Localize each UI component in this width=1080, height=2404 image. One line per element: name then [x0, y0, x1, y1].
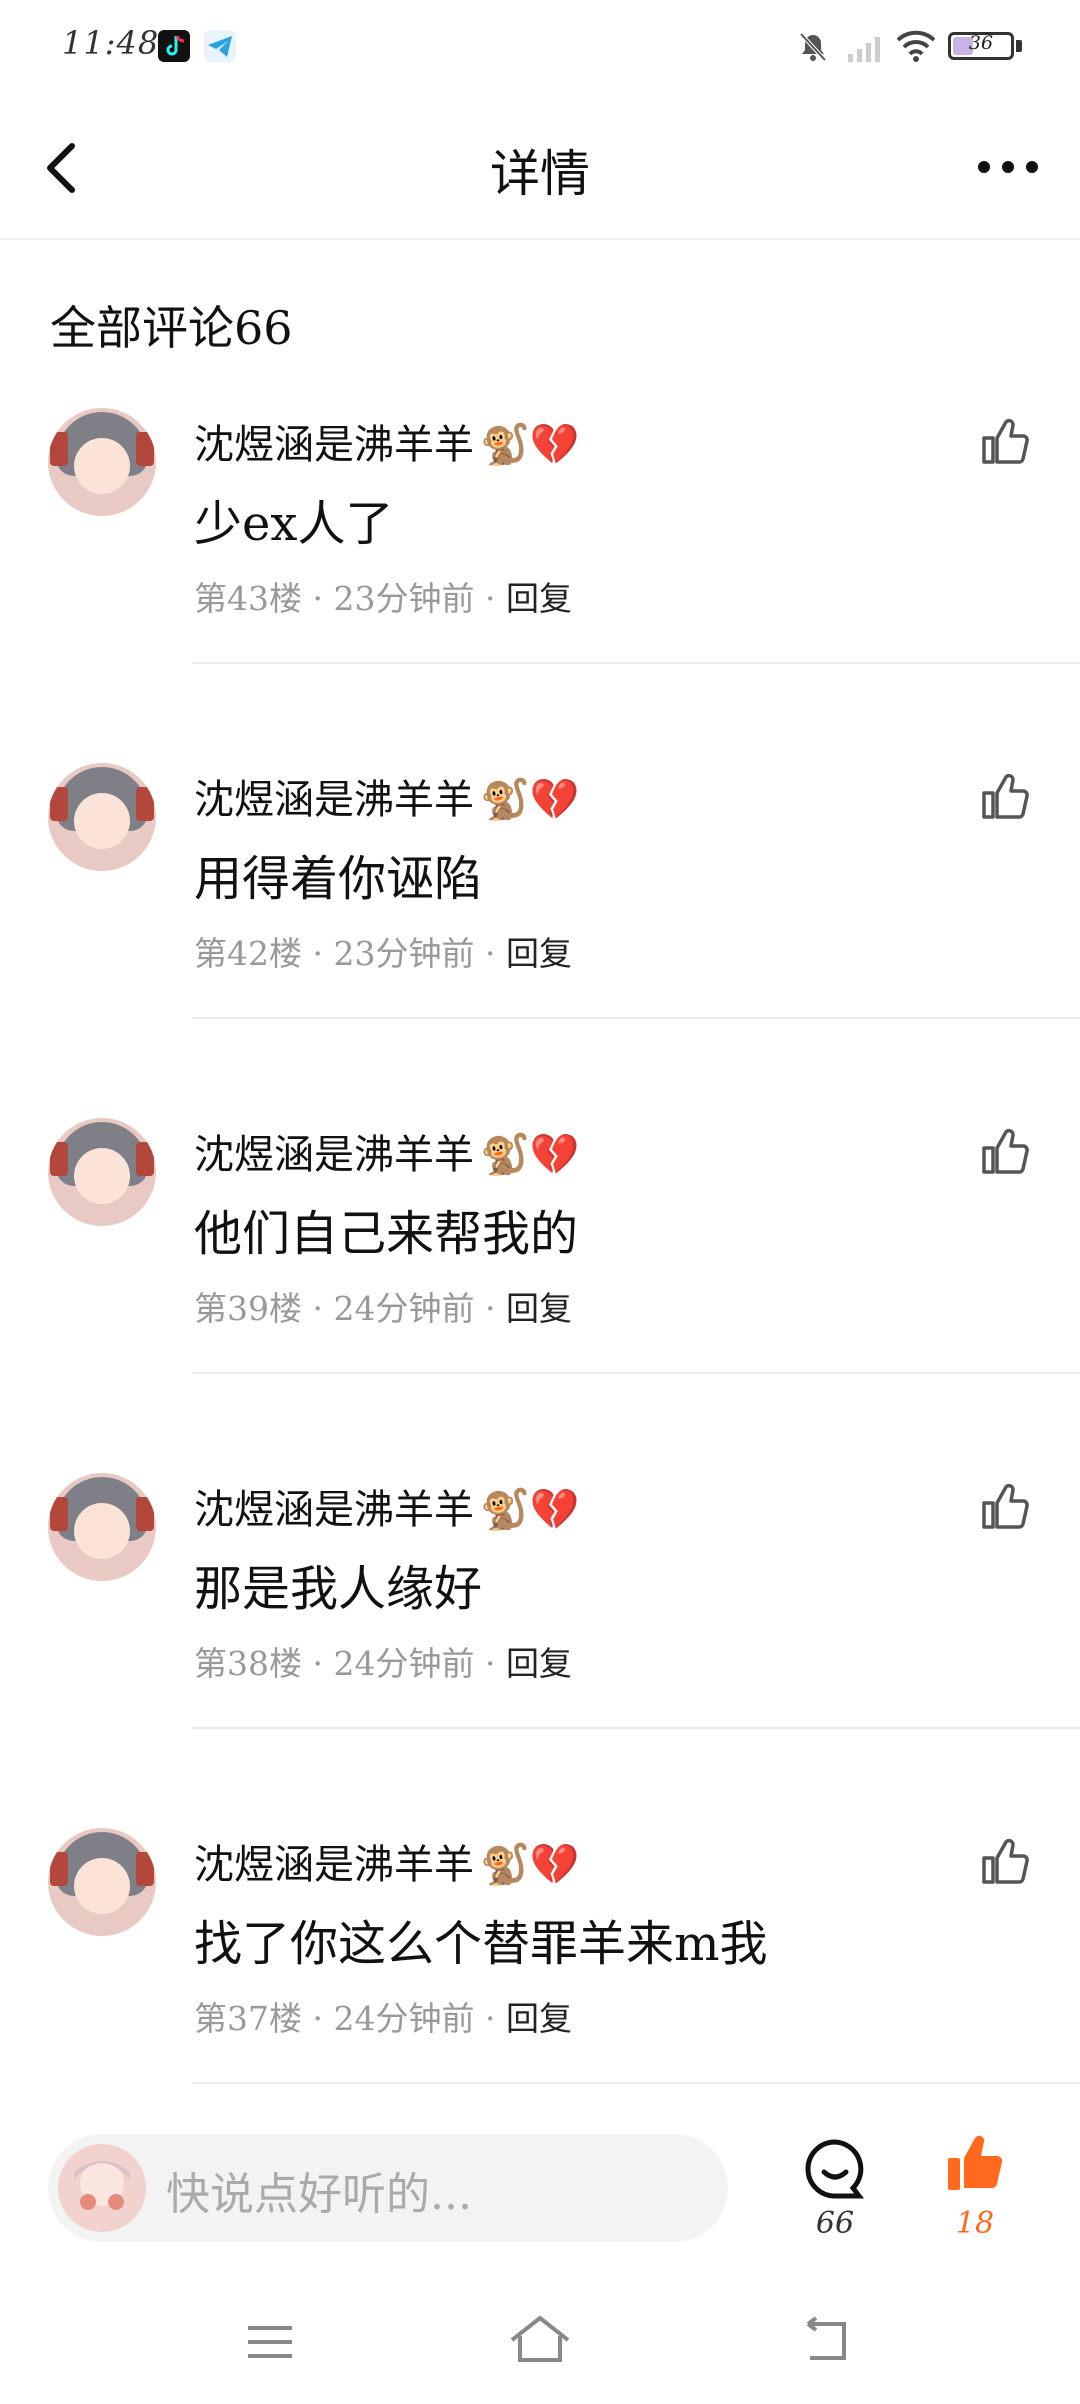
comment-floor: 第37楼 — [194, 1999, 302, 2038]
comment-text: 找了你这么个替罪羊来m我 — [194, 1916, 768, 1972]
comment-meta: 第43楼 · 23分钟前 · 回复 — [194, 579, 572, 618]
comment-text: 少ex人了 — [194, 496, 394, 552]
comment-item: 沈煜涵是沸羊羊 🐒💔 用得着你诬陷 第42楼 · 23分钟前 · 回复 — [0, 763, 1080, 1117]
comment-author[interactable]: 沈煜涵是沸羊羊 🐒💔 — [194, 412, 580, 470]
comment-author[interactable]: 沈煜涵是沸羊羊 🐒💔 — [194, 1122, 580, 1180]
avatar[interactable] — [48, 408, 156, 516]
thumbs-up-icon[interactable] — [978, 1479, 1032, 1533]
thumbs-up-icon[interactable] — [978, 1124, 1032, 1178]
more-icon[interactable] — [976, 152, 1040, 186]
comment-time: 23分钟前 — [333, 579, 475, 618]
back-icon[interactable] — [800, 2316, 852, 2368]
row-divider — [192, 1727, 1080, 1729]
comment-time: 24分钟前 — [333, 1289, 475, 1328]
avatar[interactable] — [48, 763, 156, 871]
comment-text: 用得着你诬陷 — [194, 851, 483, 907]
tiktok-icon — [158, 30, 190, 62]
menu-icon[interactable] — [246, 2322, 294, 2366]
comment-time: 23分钟前 — [333, 934, 475, 973]
comment-author[interactable]: 沈煜涵是沸羊羊 🐒💔 — [194, 1832, 580, 1890]
comment-text: 他们自己来帮我的 — [194, 1206, 579, 1262]
comment-floor: 第42楼 — [194, 934, 302, 973]
emoji-badge: 🐒💔 — [480, 422, 580, 468]
comment-meta: 第42楼 · 23分钟前 · 回复 — [194, 934, 572, 973]
row-divider — [192, 1372, 1080, 1374]
comment-text: 那是我人缘好 — [194, 1561, 483, 1617]
battery-level-text: 36 — [968, 32, 994, 54]
emoji-badge: 🐒💔 — [480, 777, 580, 823]
avatar[interactable] — [48, 1828, 156, 1936]
thumbs-up-icon[interactable] — [978, 769, 1032, 823]
comment-author[interactable]: 沈煜涵是沸羊羊 🐒💔 — [194, 767, 580, 825]
battery-icon: 36 — [948, 32, 1014, 60]
reply-button[interactable]: 回复 — [506, 1289, 572, 1328]
avatar[interactable] — [48, 1473, 156, 1581]
page-title: 详情 — [490, 145, 590, 203]
like-filled-icon[interactable] — [944, 2132, 1008, 2196]
comment-author[interactable]: 沈煜涵是沸羊羊 🐒💔 — [194, 1477, 580, 1535]
comment-input-placeholder[interactable]: 快说点好听的... — [166, 2158, 472, 2222]
telegram-icon — [204, 30, 236, 62]
reply-button[interactable]: 回复 — [506, 1644, 572, 1683]
row-divider — [192, 1017, 1080, 1019]
comment-meta: 第37楼 · 24分钟前 · 回复 — [194, 1999, 572, 2038]
home-icon[interactable] — [508, 2314, 572, 2368]
avatar[interactable] — [48, 1118, 156, 1226]
header-divider — [0, 238, 1080, 240]
reply-button[interactable]: 回复 — [506, 934, 572, 973]
comment-item: 沈煜涵是沸羊羊 🐒💔 他们自己来帮我的 第39楼 · 24分钟前 · 回复 — [0, 1118, 1080, 1472]
comment-floor: 第43楼 — [194, 579, 302, 618]
thumbs-up-icon[interactable] — [978, 1834, 1032, 1888]
comment-bubble-icon[interactable] — [800, 2136, 870, 2206]
wifi-icon — [896, 30, 936, 62]
comment-meta: 第38楼 · 24分钟前 · 回复 — [194, 1644, 572, 1683]
comment-item: 沈煜涵是沸羊羊 🐒💔 那是我人缘好 第38楼 · 24分钟前 · 回复 — [0, 1473, 1080, 1827]
user-avatar — [58, 2144, 146, 2232]
emoji-badge: 🐒💔 — [480, 1842, 580, 1888]
signal-icon — [848, 34, 884, 62]
bell-off-icon — [796, 30, 830, 64]
row-divider — [192, 2082, 1080, 2084]
row-divider — [192, 662, 1080, 664]
reply-button[interactable]: 回复 — [506, 1999, 572, 2038]
battery-tip — [1016, 40, 1022, 52]
comments-header: 全部评论66 — [50, 301, 293, 355]
comment-count: 66 — [815, 2206, 855, 2241]
like-count: 18 — [955, 2206, 995, 2241]
comment-floor: 第39楼 — [194, 1289, 302, 1328]
comment-floor: 第38楼 — [194, 1644, 302, 1683]
reply-button[interactable]: 回复 — [506, 579, 572, 618]
comment-time: 24分钟前 — [333, 1644, 475, 1683]
thumbs-up-icon[interactable] — [978, 414, 1032, 468]
comment-item: 沈煜涵是沸羊羊 🐒💔 找了你这么个替罪羊来m我 第37楼 · 24分钟前 · 回复 — [0, 1828, 1080, 2182]
emoji-badge: 🐒💔 — [480, 1132, 580, 1178]
comment-meta: 第39楼 · 24分钟前 · 回复 — [194, 1289, 572, 1328]
status-time: 11:48 — [62, 24, 160, 62]
comment-item: 沈煜涵是沸羊羊 🐒💔 少ex人了 第43楼 · 23分钟前 · 回复 — [0, 408, 1080, 762]
emoji-badge: 🐒💔 — [480, 1487, 580, 1533]
comment-time: 24分钟前 — [333, 1999, 475, 2038]
